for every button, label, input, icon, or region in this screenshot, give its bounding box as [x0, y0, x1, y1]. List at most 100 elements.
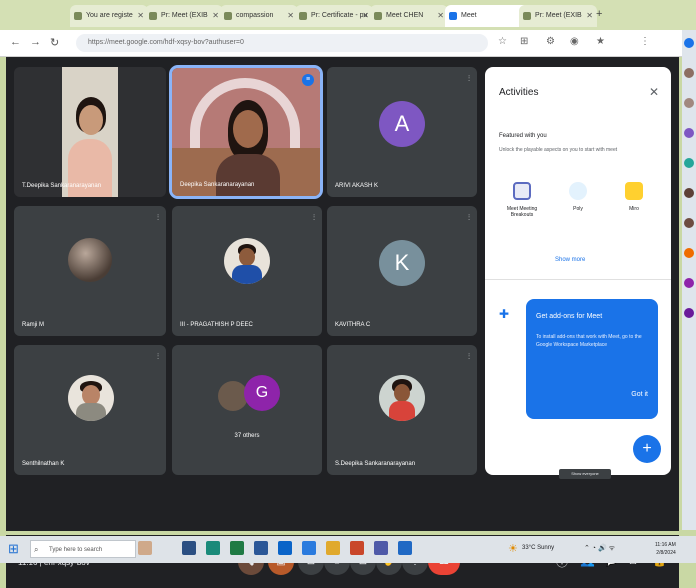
extensions-icon[interactable]: ⊞ [520, 37, 530, 47]
browser-tab[interactable]: Pr: Meet (EXIB ✕ [519, 5, 597, 27]
activity-breakouts[interactable]: Meet Meeting Breakouts [497, 182, 547, 218]
breakout-rooms-icon [513, 182, 531, 200]
participant-tile[interactable]: T.Deepika Sankaranarayanan [14, 67, 166, 197]
face [82, 385, 100, 405]
weather-icon: ☀ [508, 543, 518, 555]
new-tab-icon[interactable]: + [596, 8, 602, 20]
sidepanel-app-icon[interactable] [684, 248, 694, 258]
reload-icon[interactable]: ↻ [50, 36, 59, 49]
close-icon[interactable]: ✕ [287, 5, 294, 27]
participant-name: III - PRAGATHISH P DEEC [180, 322, 253, 328]
tab-favicon-icon [224, 12, 232, 20]
mic-off-icon: ⫶ [157, 213, 159, 222]
url-field[interactable]: https://meet.google.com/hdf-xqsy-bov?aut… [76, 34, 488, 52]
sidepanel-app-icon[interactable] [684, 308, 694, 318]
browser-tab[interactable]: You are registe ✕ [70, 5, 148, 27]
teams-icon[interactable] [374, 541, 388, 555]
file-explorer-icon[interactable] [326, 541, 340, 555]
browser-tab[interactable]: compassion ✕ [220, 5, 298, 27]
sidepanel-app-icon[interactable] [684, 218, 694, 228]
tab-favicon-icon [74, 12, 82, 20]
sidepanel-app-icon[interactable] [684, 128, 694, 138]
menu-icon[interactable]: ⋮ [640, 37, 650, 47]
shirt [389, 401, 415, 421]
clock-date: 2/8/2024 [656, 550, 676, 556]
participant-tile[interactable]: K ⫶ KAVITHRA C [327, 206, 477, 336]
participant-name: Deepika Sankaranarayanan [180, 182, 255, 188]
avatar: K [379, 240, 425, 286]
edge-icon[interactable] [206, 541, 220, 555]
sidepanel-app-icon[interactable] [684, 98, 694, 108]
taskbar-clock[interactable]: 11:16 AM 2/8/2024 [655, 541, 676, 557]
avatar [68, 238, 112, 282]
featured-title: Featured with you [499, 133, 547, 139]
powerpoint-icon[interactable] [350, 541, 364, 555]
mic-off-icon: ⫶ [468, 352, 470, 361]
addon-card: Get add-ons for Meet To install add-ons … [526, 299, 658, 419]
star-icon[interactable]: ★ [596, 37, 606, 47]
activity-miro[interactable]: Miro [609, 182, 659, 212]
close-icon[interactable]: ✕ [437, 5, 444, 27]
participant-tile[interactable]: A ⫶ ARIVI AKASH K [327, 67, 477, 197]
sidepanel-app-icon[interactable] [684, 188, 694, 198]
tray-icons[interactable]: ⌃ ◔ 🔊 ᯤ [584, 544, 615, 553]
participant-tile[interactable]: ⫶ S.Deepika Sankaranarayanan [327, 345, 477, 475]
sidepanel-app-icon[interactable] [684, 68, 694, 78]
store-icon[interactable] [278, 541, 292, 555]
settings-icon[interactable]: ⚙ [546, 37, 556, 47]
browser-tab[interactable]: Meet CHEN ✕ [370, 5, 448, 27]
sidepanel-app-icon[interactable] [684, 158, 694, 168]
others-count: 37 others [234, 433, 260, 439]
browser-icon[interactable] [302, 541, 316, 555]
panel-title: Activities [499, 87, 539, 98]
back-icon[interactable]: ← [10, 36, 21, 48]
taskbar: ⊞ Type here to search ⌕ ☀ 33°C Sunny ⌃ ◔… [0, 536, 696, 563]
tab-label: Pr: Meet (EXIB [161, 12, 208, 19]
tab-label: Meet [461, 12, 477, 19]
activity-label: Poly [573, 206, 583, 212]
poly-icon [569, 182, 587, 200]
browser-tab[interactable]: Pr: Meet (EXIB ✕ [145, 5, 223, 27]
participant-video [62, 67, 118, 197]
close-icon[interactable]: ✕ [649, 85, 659, 99]
cortana-icon[interactable] [138, 541, 152, 555]
participant-tile[interactable]: ⫶ Senthilnathan K [14, 345, 166, 475]
got-it-button[interactable]: Got it [631, 391, 648, 398]
browser-tab-strip: You are registe ✕ Pr: Meet (EXIB ✕ compass… [0, 0, 696, 30]
tab-favicon-icon [449, 12, 457, 20]
participant-name: ARIVI AKASH K [335, 183, 379, 189]
participant-tile-speaking[interactable]: ≡ Deepika Sankaranarayanan [169, 65, 323, 199]
close-icon[interactable]: ✕ [362, 5, 369, 27]
task-view-icon[interactable] [182, 541, 196, 555]
participant-tile-others[interactable]: G 37 others [172, 345, 322, 475]
bookmark-icon[interactable]: ☆ [498, 37, 508, 47]
browser-tab[interactable]: Pr: Certificate - pu ✕ [295, 5, 373, 27]
sidepanel-app-icon[interactable] [684, 38, 694, 48]
activity-label: Miro [629, 206, 639, 212]
windows-start-icon[interactable]: ⊞ [8, 542, 22, 556]
participant-tile[interactable]: ⫶ Ramji M [14, 206, 166, 336]
close-icon[interactable]: ✕ [137, 5, 144, 27]
add-activity-button[interactable]: + [633, 435, 661, 463]
activity-label: Meet Meeting Breakouts [506, 206, 538, 218]
close-icon[interactable]: ✕ [212, 5, 219, 27]
participant-tile[interactable]: ⫶ III - PRAGATHISH P DEEC [172, 206, 322, 336]
meet-stage: T.Deepika Sankaranarayanan ≡ Deepika San… [6, 57, 679, 588]
activity-poly[interactable]: Poly [553, 182, 603, 212]
taskbar-search-input[interactable]: Type here to search [30, 540, 136, 558]
profile-icon[interactable]: ◉ [570, 37, 580, 47]
browser-tab-active[interactable]: Meet✕ [445, 5, 529, 27]
show-more-link[interactable]: Show more [555, 257, 585, 263]
weather-text[interactable]: 33°C Sunny [522, 545, 554, 551]
sidepanel-app-icon[interactable] [684, 278, 694, 288]
close-icon[interactable]: ✕ [586, 5, 593, 27]
shirt [232, 265, 262, 284]
speaking-indicator-icon: ≡ [302, 74, 314, 86]
mic-off-icon: ⫶ [313, 213, 315, 222]
activities-panel: Activities ✕ Featured with you Unlock th… [485, 67, 671, 475]
forward-icon[interactable]: → [30, 36, 41, 48]
tab-favicon-icon [149, 12, 157, 20]
word-icon[interactable] [254, 541, 268, 555]
excel-icon[interactable] [230, 541, 244, 555]
outlook-icon[interactable] [398, 541, 412, 555]
